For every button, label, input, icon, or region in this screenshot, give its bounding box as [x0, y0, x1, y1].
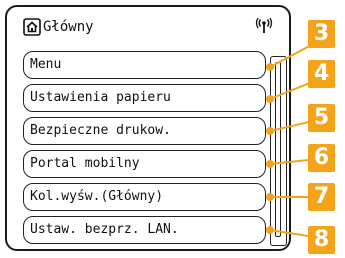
mobile-portal-button[interactable]: Portal mobilny: [23, 150, 266, 178]
callout-badge-3: 3: [308, 20, 335, 48]
scrollbar-thumb[interactable]: [275, 62, 281, 237]
screen-title: Główny: [43, 19, 94, 35]
callout-badge-8: 8: [308, 226, 335, 254]
callout-dot-6: [266, 160, 274, 168]
menu-button-label: Menu: [30, 57, 62, 72]
callout-badge-4: 4: [308, 60, 335, 88]
callout-dot-3: [266, 63, 274, 71]
callout-dot-4: [266, 95, 274, 103]
mobile-portal-label: Portal mobilny: [30, 156, 140, 171]
menu-button[interactable]: Menu: [23, 51, 266, 79]
paper-settings-label: Ustawienia papieru: [30, 90, 171, 105]
callout-dot-8: [266, 226, 274, 234]
control-panel-screen: Główny Menu Ustawienia papieru Bezpieczn…: [5, 5, 291, 251]
home-display-order-label: Kol.wyśw.(Główny): [30, 189, 164, 204]
callout-badge-7: 7: [308, 183, 335, 211]
wireless-lan-settings-label: Ustaw. bezprz. LAN.: [30, 222, 179, 237]
home-display-order-button[interactable]: Kol.wyśw.(Główny): [23, 183, 266, 211]
screen-header: Główny: [7, 7, 289, 47]
callout-badge-5: 5: [308, 104, 335, 132]
secure-print-button[interactable]: Bezpieczne drukow.: [23, 117, 266, 145]
callout-badge-6: 6: [308, 144, 335, 172]
scrollbar[interactable]: [270, 56, 287, 246]
wireless-lan-settings-button[interactable]: Ustaw. bezprz. LAN.: [23, 216, 266, 244]
callout-dot-7: [266, 193, 274, 201]
callout-dot-5: [266, 127, 274, 135]
paper-settings-button[interactable]: Ustawienia papieru: [23, 84, 266, 112]
secure-print-label: Bezpieczne drukow.: [30, 123, 171, 138]
wireless-icon: [255, 18, 273, 33]
home-icon[interactable]: [23, 18, 41, 36]
